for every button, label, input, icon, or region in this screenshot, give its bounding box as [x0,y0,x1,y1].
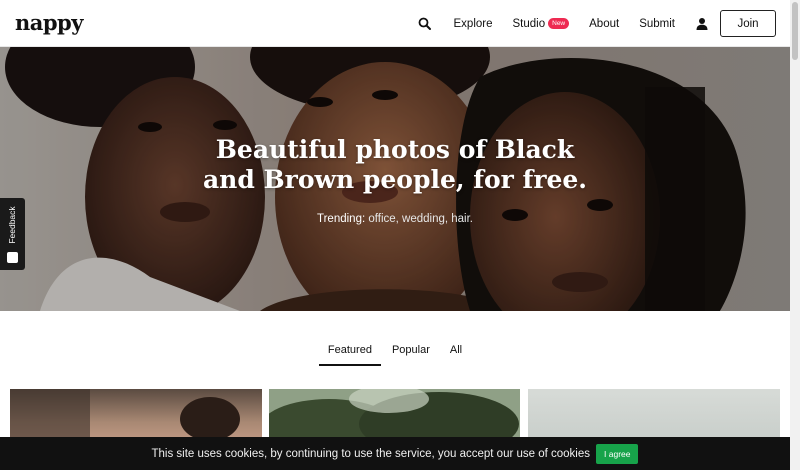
nav-studio-label: Studio [512,17,546,30]
tab-featured[interactable]: Featured [318,340,381,366]
nav-explore[interactable]: Explore [454,18,493,30]
feedback-icon [7,252,18,263]
cookie-banner: This site uses cookies, by continuing to… [0,437,790,470]
hero-title-line-2: and Brown people, for free. [202,165,588,194]
user-icon[interactable] [695,17,709,31]
join-button[interactable]: Join [720,10,776,37]
nav-about[interactable]: About [589,18,619,30]
feedback-tab[interactable]: Feedback [0,198,25,270]
logo[interactable]: nappy [15,10,83,35]
new-badge: New [548,18,570,29]
feedback-label: Feedback [7,206,17,244]
hero-title: Beautiful photos of Black and Brown peop… [0,135,790,195]
gallery-tabs: Featured Popular All [0,340,790,366]
cookie-text: This site uses cookies, by continuing to… [151,447,591,460]
site-header: nappy Explore Studio New About Submit Jo… [0,0,790,47]
scrollbar[interactable] [790,0,800,470]
trending-label: Trending: [317,213,366,225]
page: nappy Explore Studio New About Submit Jo… [0,0,800,470]
trending-links[interactable]: office, wedding, hair. [368,213,473,225]
tab-popular[interactable]: Popular [383,340,439,366]
hero-title-line-1: Beautiful photos of Black [215,135,575,164]
nav-submit[interactable]: Submit [639,18,675,30]
trending: Trending: office, wedding, hair. [0,213,790,225]
nav-studio[interactable]: Studio New [513,18,570,30]
tab-all[interactable]: All [441,340,471,366]
agree-button[interactable]: I agree [596,443,639,464]
main-nav: Explore Studio New About Submit Join [417,0,776,47]
scrollbar-thumb[interactable] [792,2,798,60]
search-icon[interactable] [417,16,433,32]
hero-banner: Beautiful photos of Black and Brown peop… [0,47,790,311]
